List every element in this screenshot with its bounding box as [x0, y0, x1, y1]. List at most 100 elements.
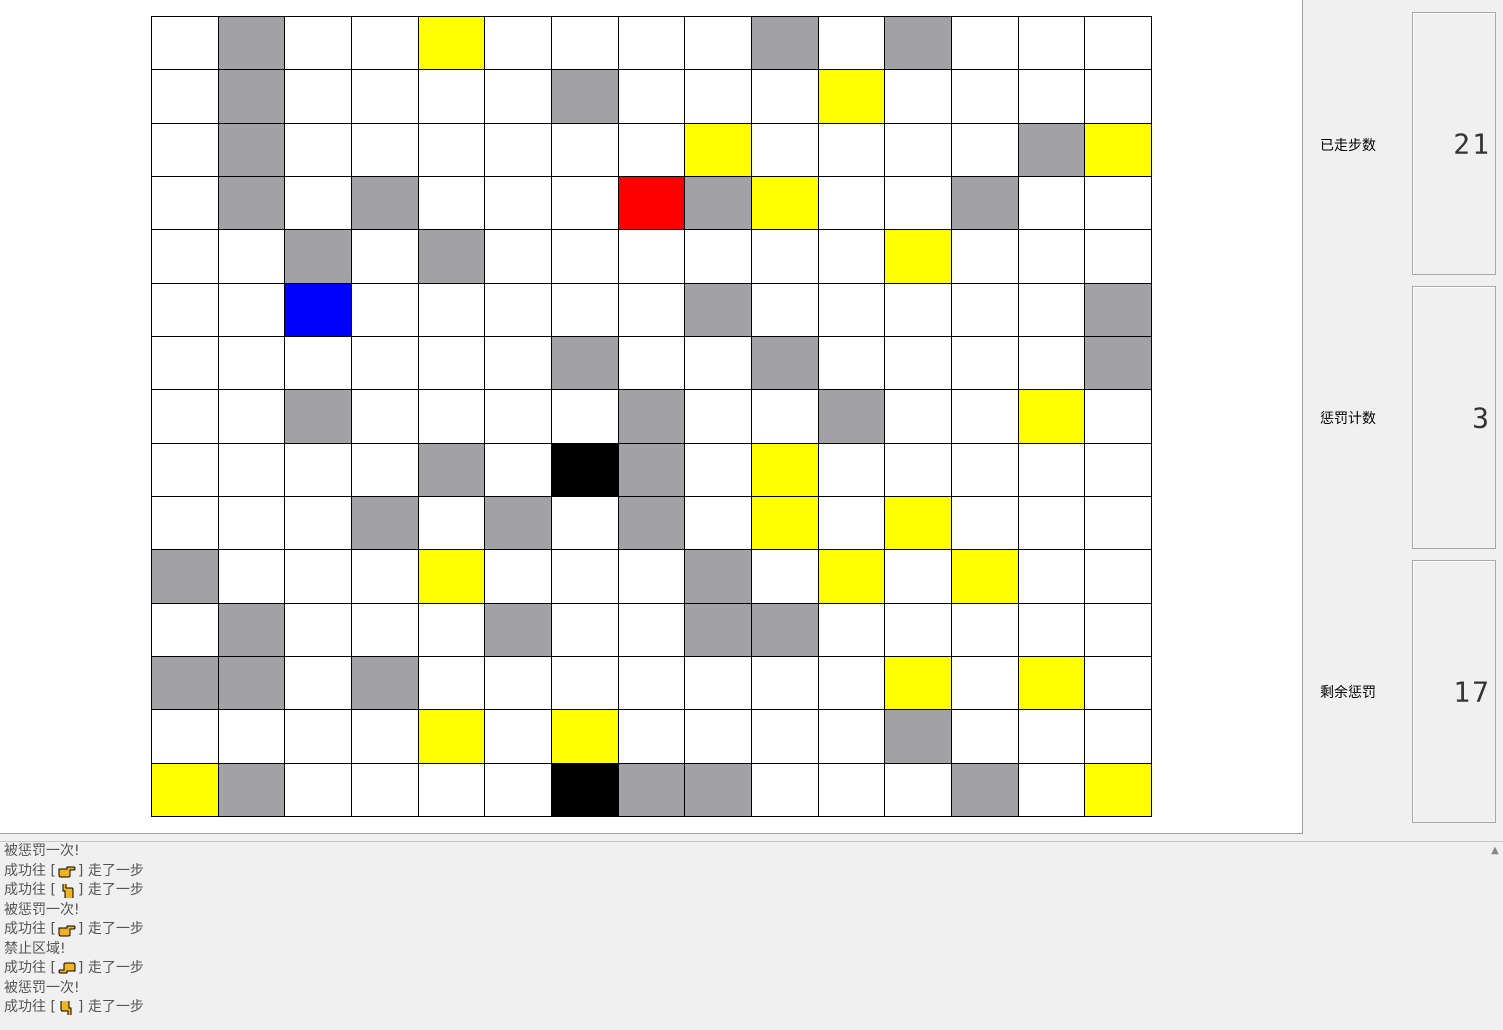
empty-cell	[152, 17, 219, 71]
message-log-panel[interactable]: 被惩罚一次! 成功往 [] 走了一步 成功往 [] 走了一步 被惩罚一次! 成功往 []…	[0, 841, 1503, 1030]
hand-down-icon	[57, 1000, 77, 1016]
empty-cell	[551, 550, 619, 604]
log-text: 禁止区域!	[4, 940, 66, 957]
empty-cell	[418, 496, 486, 551]
empty-cell	[1018, 496, 1086, 551]
wall-cell	[951, 176, 1019, 231]
empty-cell	[285, 176, 352, 231]
empty-cell	[885, 603, 952, 657]
empty-cell	[1085, 603, 1152, 657]
empty-cell	[685, 336, 752, 391]
empty-cell	[885, 550, 952, 604]
log-suffix: ] 走了一步	[77, 999, 144, 1015]
penalty-cell	[751, 496, 819, 551]
empty-cell	[485, 390, 552, 444]
penalty-cell	[685, 123, 752, 177]
empty-cell	[551, 656, 619, 711]
empty-cell	[1018, 176, 1086, 231]
empty-cell	[418, 763, 486, 817]
wall-cell	[285, 230, 352, 284]
wall-cell	[618, 443, 686, 497]
empty-cell	[685, 230, 752, 284]
log-suffix: ] 走了一步	[77, 921, 144, 937]
empty-cell	[285, 603, 352, 657]
penalty-cell	[152, 763, 219, 817]
log-line: 禁止区域!	[4, 940, 1484, 960]
empty-cell	[818, 283, 886, 337]
empty-cell	[1085, 176, 1152, 231]
wall-cell	[685, 283, 752, 337]
wall-cell	[685, 603, 752, 657]
empty-cell	[418, 336, 486, 391]
empty-cell	[485, 70, 552, 124]
empty-cell	[951, 603, 1019, 657]
empty-cell	[485, 123, 552, 177]
empty-cell	[152, 603, 219, 657]
empty-cell	[285, 336, 352, 391]
penalty-cell	[951, 550, 1019, 604]
hand-left-icon	[57, 961, 77, 977]
empty-cell	[551, 176, 619, 231]
empty-cell	[152, 443, 219, 497]
empty-cell	[418, 283, 486, 337]
empty-cell	[1018, 17, 1086, 71]
penalty-cell	[418, 710, 486, 764]
empty-cell	[285, 496, 352, 551]
penalty-cell	[418, 550, 486, 604]
penalty-cell	[818, 550, 886, 604]
scroll-up-icon[interactable]: ▲	[1489, 846, 1501, 856]
empty-cell	[1018, 763, 1086, 817]
wall-cell	[618, 763, 686, 817]
empty-cell	[152, 230, 219, 284]
empty-cell	[551, 603, 619, 657]
empty-cell	[218, 710, 286, 764]
empty-cell	[818, 710, 886, 764]
empty-cell	[351, 70, 419, 124]
empty-cell	[485, 230, 552, 284]
log-prefix: 成功往 [	[4, 882, 56, 898]
empty-cell	[418, 70, 486, 124]
empty-cell	[885, 176, 952, 231]
wall-cell	[485, 496, 552, 551]
log-prefix: 成功往 [	[4, 862, 56, 879]
empty-cell	[685, 17, 752, 71]
empty-cell	[285, 17, 352, 71]
wall-cell	[618, 496, 686, 551]
empty-cell	[152, 710, 219, 764]
wall-cell	[351, 176, 419, 231]
empty-cell	[818, 336, 886, 391]
message-log: 被惩罚一次! 成功往 [] 走了一步 成功往 [] 走了一步 被惩罚一次! 成功往 []…	[4, 842, 1484, 1018]
empty-cell	[418, 390, 486, 444]
wall-cell	[885, 710, 952, 764]
wall-cell	[1085, 283, 1152, 337]
empty-cell	[885, 336, 952, 391]
empty-cell	[485, 550, 552, 604]
penalty-cell	[885, 230, 952, 284]
empty-cell	[618, 656, 686, 711]
empty-cell	[551, 283, 619, 337]
wall-cell	[218, 763, 286, 817]
log-line: 被惩罚一次!	[4, 901, 1484, 921]
wall-cell	[685, 763, 752, 817]
empty-cell	[618, 336, 686, 391]
empty-cell	[818, 763, 886, 817]
empty-cell	[152, 496, 219, 551]
game-grid[interactable]	[151, 16, 1152, 817]
penalty-counter: 3	[1412, 286, 1496, 549]
empty-cell	[418, 603, 486, 657]
empty-cell	[685, 390, 752, 444]
empty-cell	[418, 123, 486, 177]
penalty-value: 3	[1472, 401, 1491, 434]
empty-cell	[1085, 550, 1152, 604]
wall-cell	[818, 390, 886, 444]
wall-cell	[218, 176, 286, 231]
steps-counter: 21	[1412, 12, 1496, 275]
empty-cell	[885, 390, 952, 444]
hand-right-icon	[57, 922, 77, 938]
board-panel	[0, 0, 1303, 834]
empty-cell	[685, 70, 752, 124]
log-line: 成功往 [] 走了一步	[4, 998, 1484, 1018]
wall-cell	[685, 550, 752, 604]
wall-cell	[951, 763, 1019, 817]
empty-cell	[951, 390, 1019, 444]
